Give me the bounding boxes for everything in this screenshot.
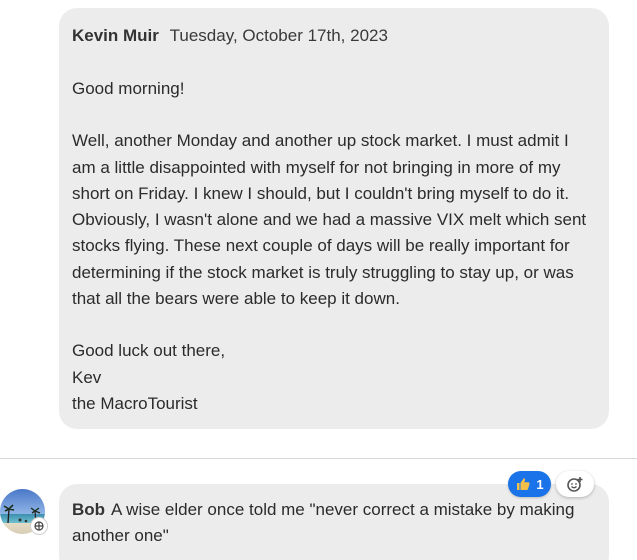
thumbs-up-reaction-button[interactable]: 1 (508, 471, 551, 497)
thread-divider (0, 458, 637, 459)
signoff-line: Good luck out there, (72, 341, 226, 361)
thumbs-up-icon (517, 478, 530, 490)
message-body-line: short on Friday. I knew I should, but I … (72, 183, 570, 203)
avatar-status-badge (30, 517, 48, 535)
message-header: Kevin Muir Tuesday, October 17th, 2023 (72, 23, 596, 49)
signature-name: Kev (72, 367, 102, 387)
reply-line-1: Bob A wise elder once told me "never corr… (72, 497, 596, 523)
comment-thread: Kevin Muir Tuesday, October 17th, 2023 G… (0, 0, 637, 560)
message-body-line: that all the bears were able to keep it … (72, 289, 400, 309)
reply-text: A wise elder once told me "never correct… (111, 500, 575, 519)
message-body-line: Well, another Monday and another up stoc… (72, 131, 569, 151)
message-body: Well, another Monday and another up stoc… (72, 128, 596, 312)
grid-icon (34, 521, 44, 531)
message-body-line: determining if the stock market is truly… (72, 262, 574, 282)
message-body-line: Obviously, I wasn't alone and we had a m… (72, 210, 587, 230)
message-body-line: am a little disappointed with myself for… (72, 157, 561, 177)
message-signature: Good luck out there, Kev the MacroTouris… (72, 338, 596, 417)
message-greeting: Good morning! (72, 79, 185, 98)
add-emoji-icon (567, 477, 583, 492)
message-bubble: Kevin Muir Tuesday, October 17th, 2023 G… (59, 8, 609, 429)
message-date: Tuesday, October 17th, 2023 (169, 26, 388, 45)
thumbs-up-count: 1 (536, 476, 544, 492)
add-reaction-button[interactable] (556, 471, 594, 497)
message-body-line: stocks flying. These next couple of days… (72, 236, 570, 256)
reply-author[interactable]: Bob (72, 500, 105, 519)
signature-org: the MacroTourist (72, 393, 198, 413)
message-author[interactable]: Kevin Muir (72, 26, 159, 45)
reply-line-2: another one" (72, 526, 169, 546)
